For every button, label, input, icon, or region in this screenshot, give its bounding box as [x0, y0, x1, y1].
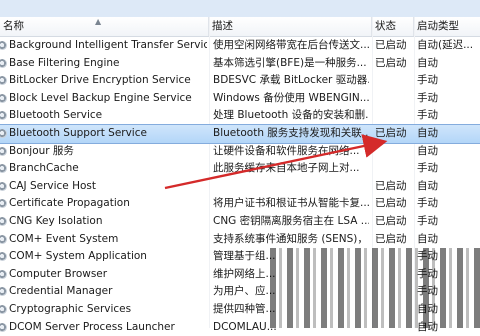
service-description: 让硬件设备和软件服务在网络... — [213, 143, 369, 161]
service-startup-type: 手动 — [417, 213, 473, 231]
service-startup-type: 自动 — [417, 55, 473, 73]
service-icon — [0, 37, 9, 55]
service-startup-type: 手动 — [417, 90, 473, 108]
table-row[interactable]: CAJ Service Host 已启动自动 — [0, 178, 480, 196]
service-status — [375, 107, 413, 125]
service-status — [375, 143, 413, 161]
service-icon — [0, 125, 9, 143]
service-name: CAJ Service Host — [9, 178, 207, 196]
service-name: Bluetooth Support Service — [9, 125, 207, 143]
service-description: 基本筛选引擎(BFE)是一种服务... — [213, 55, 369, 73]
table-row[interactable]: Base Filtering Engine 基本筛选引擎(BFE)是一种服务...… — [0, 55, 480, 73]
sort-ascending-icon: ▲ — [95, 18, 101, 26]
service-description: 使用空闲网络带宽在后台传送文... — [213, 37, 369, 55]
service-name: Certificate Propagation — [9, 195, 207, 213]
service-description: 支持系统事件通知服务 (SENS)，... — [213, 231, 369, 249]
service-name: Base Filtering Engine — [9, 55, 207, 73]
service-description: 处理 Bluetooth 设备的安装和删... — [213, 107, 369, 125]
table-row[interactable]: COM+ Event System 支持系统事件通知服务 (SENS)，... 已启… — [0, 231, 480, 249]
service-icon — [0, 248, 9, 266]
service-status: 已启动 — [375, 213, 413, 231]
column-header-description-label: 描述 — [212, 20, 233, 32]
service-name: BranchCache — [9, 160, 207, 178]
table-row[interactable]: CNG Key Isolation CNG 密钥隔离服务宿主在 LSA ... 已启… — [0, 213, 480, 231]
service-icon — [0, 178, 9, 196]
column-header-description[interactable]: 描述 — [209, 17, 372, 36]
table-row[interactable]: BranchCache 此服务缓存来自本地子网上对... 手动 — [0, 160, 480, 178]
service-description: 此服务缓存来自本地子网上对... — [213, 160, 369, 178]
service-name: DCOM Server Process Launcher — [9, 319, 207, 336]
table-row[interactable]: Bluetooth Support Service Bluetooth 服务支持发… — [0, 125, 480, 143]
service-startup-type: 自动 — [417, 125, 473, 143]
service-name: Credential Manager — [9, 283, 207, 301]
service-icon — [0, 107, 9, 125]
service-icon — [0, 301, 9, 319]
table-row[interactable]: Certificate Propagation 将用户证书和根证书从智能卡复...… — [0, 195, 480, 213]
service-status — [375, 160, 413, 178]
service-icon — [0, 283, 9, 301]
service-icon — [0, 160, 9, 178]
service-status — [375, 72, 413, 90]
table-row[interactable]: Bluetooth Service 处理 Bluetooth 设备的安装和删...… — [0, 107, 480, 125]
service-description: Windows 备份使用 WBENGIN... — [213, 90, 369, 108]
service-description: Bluetooth 服务支持发现和关联... — [213, 125, 369, 143]
service-name: Background Intelligent Transfer Service — [9, 37, 207, 55]
column-header: 名称 ▲ 描述 状态 启动类型 — [0, 17, 480, 37]
service-status: 已启动 — [375, 125, 413, 143]
column-header-name[interactable]: 名称 — [0, 17, 209, 36]
service-name: BitLocker Drive Encryption Service — [9, 72, 207, 90]
table-row[interactable]: BitLocker Drive Encryption Service BDESVC… — [0, 72, 480, 90]
service-icon — [0, 213, 9, 231]
service-startup-type: 自动 — [417, 231, 473, 249]
service-icon — [0, 319, 9, 336]
service-startup-type: 手动 — [417, 107, 473, 125]
service-name: COM+ System Application — [9, 248, 207, 266]
service-icon — [0, 55, 9, 73]
service-status: 已启动 — [375, 178, 413, 196]
service-startup-type: 手动 — [417, 195, 473, 213]
service-status: 已启动 — [375, 231, 413, 249]
table-row[interactable]: Bonjour 服务让硬件设备和软件服务在网络... 自动 — [0, 143, 480, 161]
service-icon — [0, 143, 9, 161]
column-header-status-label: 状态 — [375, 20, 396, 32]
service-startup-type: 自动 — [417, 178, 473, 196]
obscured-region — [270, 248, 480, 328]
service-icon — [0, 266, 9, 284]
service-name: Block Level Backup Engine Service — [9, 90, 207, 108]
service-name: Computer Browser — [9, 266, 207, 284]
service-description — [213, 178, 369, 196]
table-row[interactable]: Block Level Backup Engine Service Windows… — [0, 90, 480, 108]
service-icon — [0, 90, 9, 108]
service-status: 已启动 — [375, 195, 413, 213]
service-name: Bonjour 服务 — [9, 143, 207, 161]
service-description: BDESVC 承载 BitLocker 驱动器... — [213, 72, 369, 90]
service-name: Bluetooth Service — [9, 107, 207, 125]
service-status: 已启动 — [375, 37, 413, 55]
window-top-strip — [0, 0, 480, 18]
service-status — [375, 90, 413, 108]
service-startup-type: 手动 — [417, 72, 473, 90]
service-status: 已启动 — [375, 55, 413, 73]
service-name: Cryptographic Services — [9, 301, 207, 319]
service-startup-type: 手动 — [417, 160, 473, 178]
service-description: 将用户证书和根证书从智能卡复... — [213, 195, 369, 213]
table-row[interactable]: Background Intelligent Transfer Service 使… — [0, 37, 480, 55]
column-header-startup-type[interactable]: 启动类型 — [414, 17, 480, 36]
service-icon — [0, 195, 9, 213]
column-header-status[interactable]: 状态 — [372, 17, 414, 36]
service-icon — [0, 72, 9, 90]
service-startup-type: 自动 — [417, 143, 473, 161]
service-description: CNG 密钥隔离服务宿主在 LSA ... — [213, 213, 369, 231]
service-startup-type: 自动(延迟... — [417, 37, 473, 55]
column-header-startup-type-label: 启动类型 — [417, 20, 459, 32]
service-name: CNG Key Isolation — [9, 213, 207, 231]
service-icon — [0, 231, 9, 249]
column-header-name-label: 名称 — [3, 20, 24, 32]
service-name: COM+ Event System — [9, 231, 207, 249]
